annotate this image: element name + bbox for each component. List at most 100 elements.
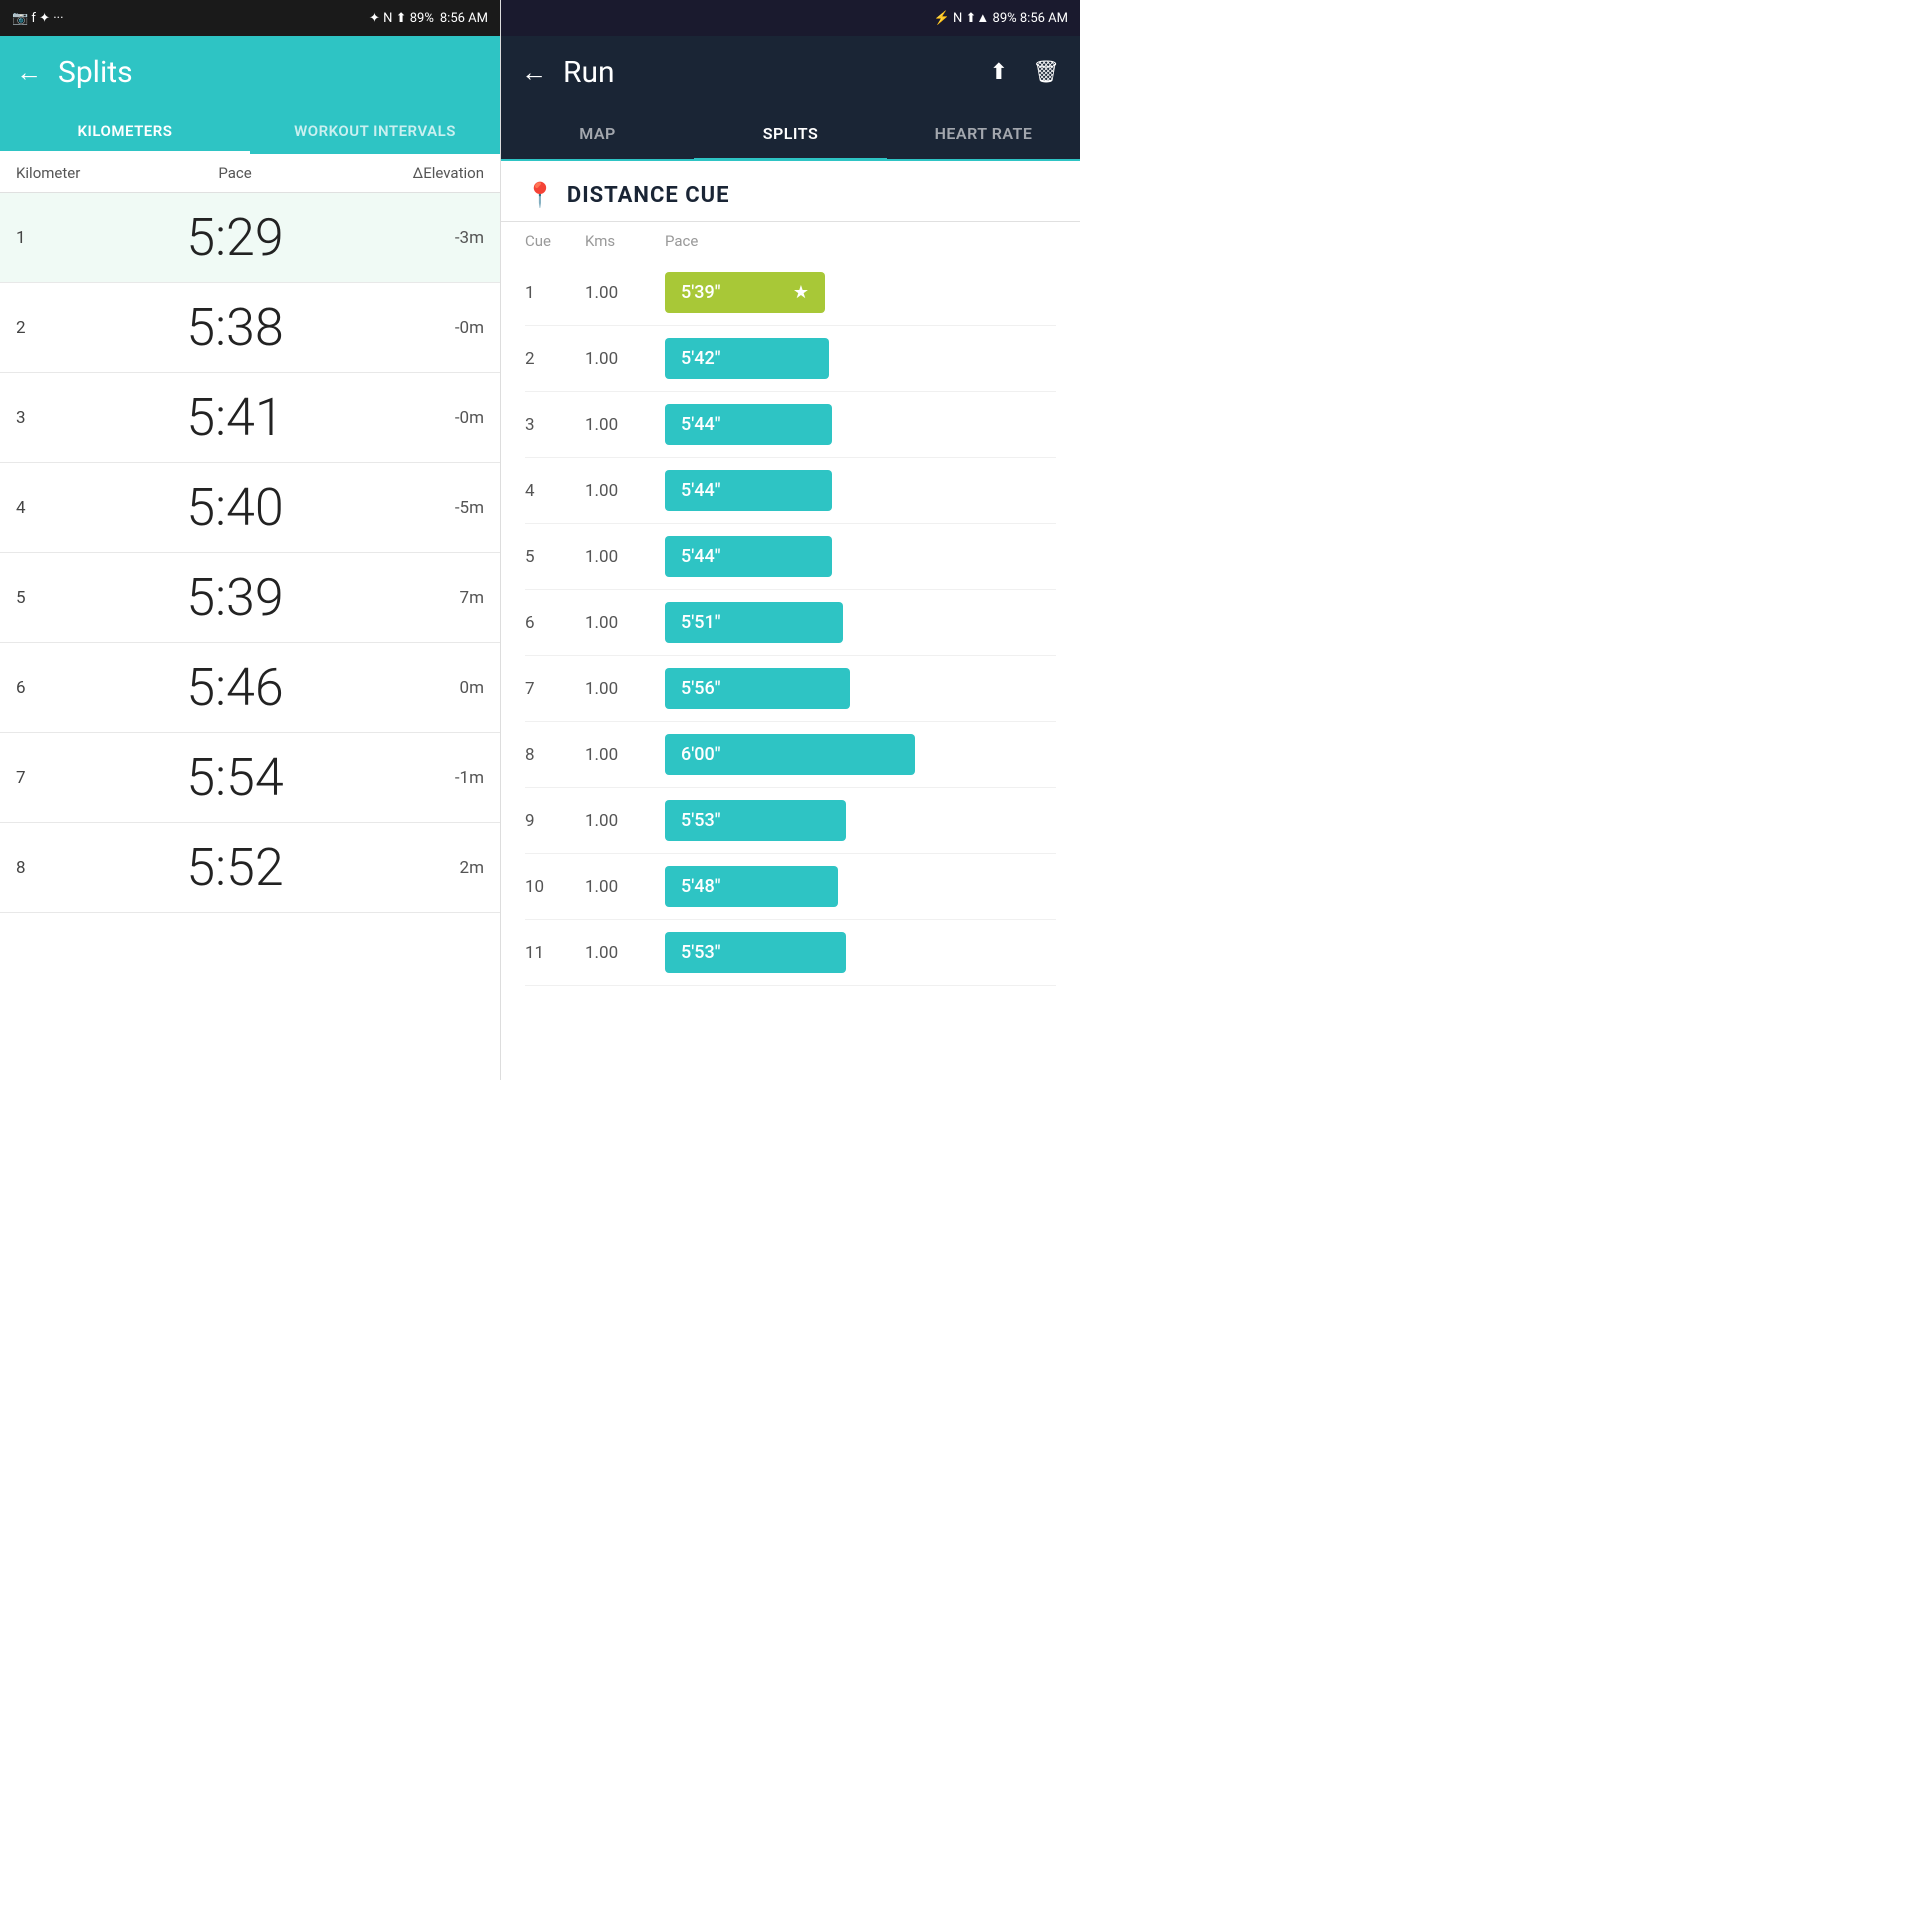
cue-pace-bar: 5'39" ★ [665,272,1056,313]
split-km-num: 5 [16,588,76,608]
tab-map[interactable]: MAP [501,108,694,159]
cue-num: 7 [525,679,585,699]
cue-col-pace: Pace [665,232,1056,250]
split-row: 5 5:39 7m [0,553,500,643]
pace-value: 5'53" [681,942,720,963]
pace-value: 5'56" [681,678,720,699]
split-row: 8 5:52 2m [0,823,500,913]
split-km-num: 3 [16,408,76,428]
pace-bar: 6'00" [665,734,915,775]
pace-value: 5'42" [681,348,720,369]
left-panel: 📷 f ✦ ··· ✦ N ⬆ 89% 8:56 AM ← Splits KIL… [0,0,500,1080]
cue-num: 11 [525,943,585,963]
cue-col-kms: Kms [585,232,665,250]
cue-row: 11 1.00 5'53" [525,920,1056,986]
back-button-right[interactable]: ← [521,57,547,88]
pace-value: 5'44" [681,414,720,435]
split-elev: -5m [394,498,484,518]
cue-kms: 1.00 [585,811,665,831]
pace-bar: 5'44" [665,404,832,445]
header-actions: ⬆ 🗑 [990,60,1060,85]
split-row: 2 5:38 -0m [0,283,500,373]
right-panel: ⚡ N ⬆▲ 89% 8:56 AM ← Run ⬆ 🗑 MAP SPLITS … [500,0,1080,1080]
tab-heart-rate[interactable]: HEART RATE [887,108,1080,159]
tab-kilometers[interactable]: KILOMETERS [0,108,250,154]
tab-workout-intervals[interactable]: WORKOUT INTERVALS [250,108,500,154]
split-row: 7 5:54 -1m [0,733,500,823]
status-bar-right-info: ✦ N ⬆ 89% 8:56 AM [369,11,488,26]
pace-value: 5'48" [681,876,720,897]
cue-row: 8 1.00 6'00" [525,722,1056,788]
cue-row: 1 1.00 5'39" ★ [525,260,1056,326]
pace-bar: 5'53" [665,932,846,973]
split-row: 1 5:29 -3m [0,193,500,283]
split-km-num: 2 [16,318,76,338]
pace-value: 5'44" [681,480,720,501]
cue-kms: 1.00 [585,349,665,369]
cue-kms: 1.00 [585,943,665,963]
pin-icon: 📍 [525,181,555,209]
best-star: ★ [793,282,809,303]
split-pace: 5:40 [76,477,394,538]
cue-row: 2 1.00 5'42" [525,326,1056,392]
cue-pace-bar: 5'44" [665,536,1056,577]
distance-cue-header: 📍 DISTANCE CUE [501,161,1080,222]
cue-list: 1 1.00 5'39" ★ 2 1.00 5'42" 3 1.00 [501,260,1080,1080]
split-row: 4 5:40 -5m [0,463,500,553]
split-elev: -0m [394,408,484,428]
pace-value: 5'53" [681,810,720,831]
cue-num: 9 [525,811,585,831]
delete-button[interactable]: 🗑 [1032,60,1060,85]
tab-splits[interactable]: SPLITS [694,108,887,159]
run-title: Run [563,55,974,90]
status-bar-right: ⚡ N ⬆▲ 89% 8:56 AM [501,0,1080,36]
split-elev: 7m [394,588,484,608]
cue-pace-bar: 5'53" [665,800,1056,841]
cue-num: 4 [525,481,585,501]
split-row: 6 5:46 0m [0,643,500,733]
split-km-num: 6 [16,678,76,698]
cue-pace-bar: 5'44" [665,470,1056,511]
pace-value: 5'39" [681,282,720,303]
pace-value: 5'51" [681,612,720,633]
cue-row: 9 1.00 5'53" [525,788,1056,854]
split-row: 3 5:41 -0m [0,373,500,463]
cue-kms: 1.00 [585,547,665,567]
cue-column-headers: Cue Kms Pace [501,222,1080,260]
column-headers-left: Kilometer Pace ΔElevation [0,154,500,193]
split-pace: 5:38 [76,297,394,358]
pace-bar: 5'56" [665,668,850,709]
back-button-left[interactable]: ← [16,57,42,88]
split-pace: 5:54 [76,747,394,808]
cue-num: 10 [525,877,585,897]
pace-bar: 5'48" [665,866,838,907]
split-elev: 2m [394,858,484,878]
col-header-elev: ΔElevation [394,164,484,182]
cue-kms: 1.00 [585,745,665,765]
pace-value: 5'44" [681,546,720,567]
share-button[interactable]: ⬆ [990,60,1008,85]
splits-list: 1 5:29 -3m 2 5:38 -0m 3 5:41 -0m 4 5:40 … [0,193,500,1080]
split-km-num: 7 [16,768,76,788]
cue-kms: 1.00 [585,283,665,303]
cue-pace-bar: 5'51" [665,602,1056,643]
cue-pace-bar: 5'42" [665,338,1056,379]
col-header-km: Kilometer [16,164,76,182]
cue-pace-bar: 5'44" [665,404,1056,445]
split-km-num: 8 [16,858,76,878]
tabs-left: KILOMETERS WORKOUT INTERVALS [0,108,500,154]
cue-kms: 1.00 [585,877,665,897]
split-elev: -3m [394,228,484,248]
page-title-left: Splits [58,55,133,90]
cue-row: 4 1.00 5'44" [525,458,1056,524]
cue-row: 7 1.00 5'56" [525,656,1056,722]
cue-num: 1 [525,283,585,303]
cue-kms: 1.00 [585,679,665,699]
cue-col-cue: Cue [525,232,585,250]
split-pace: 5:29 [76,207,394,268]
app-header-left: ← Splits [0,36,500,108]
split-km-num: 1 [16,228,76,248]
pace-bar: 5'44" [665,536,832,577]
split-pace: 5:46 [76,657,394,718]
status-text-right: ⚡ N ⬆▲ 89% 8:56 AM [934,10,1068,26]
